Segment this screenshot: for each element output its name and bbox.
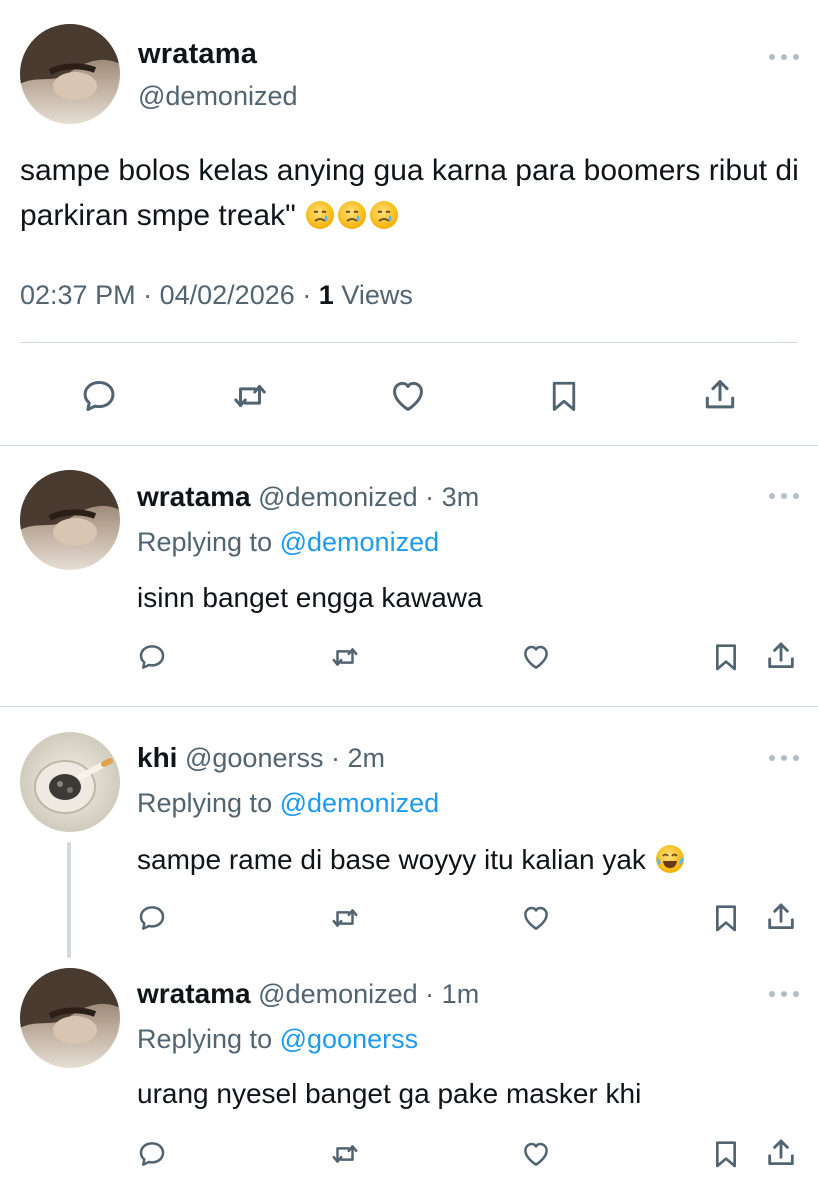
retweet-icon[interactable] — [328, 1139, 362, 1169]
replying-to: Replying to @goonerss — [137, 1024, 418, 1055]
more-options-icon[interactable] — [769, 753, 799, 763]
user-handle[interactable]: @demonized — [138, 81, 298, 112]
reply-time[interactable]: 2m — [348, 743, 386, 773]
replying-to: Replying to @demonized — [137, 527, 439, 558]
reply-icon[interactable] — [137, 1139, 167, 1169]
share-icon[interactable] — [701, 375, 739, 415]
user-handle[interactable]: @demonized — [258, 482, 418, 512]
header-separator: · — [330, 743, 340, 773]
share-icon[interactable] — [764, 899, 798, 935]
more-options-icon[interactable] — [769, 52, 799, 62]
divider — [20, 342, 798, 343]
header-separator: · — [425, 979, 435, 1009]
like-icon[interactable] — [520, 903, 552, 933]
more-options-icon[interactable] — [769, 989, 799, 999]
crying-face-emoji — [304, 199, 336, 244]
replying-to: Replying to @demonized — [137, 788, 439, 819]
thread-connector — [67, 842, 71, 958]
avatar[interactable] — [20, 470, 120, 570]
divider — [0, 706, 818, 707]
meta-separator: · — [302, 280, 312, 310]
user-handle[interactable]: @demonized — [258, 979, 418, 1009]
replying-to-link[interactable]: @goonerss — [280, 1024, 418, 1054]
crying-face-emoji — [336, 199, 368, 244]
crying-face-emoji — [368, 199, 400, 244]
replying-label: Replying to — [137, 527, 273, 557]
views-label[interactable]: Views — [341, 280, 413, 310]
reply-text: urang nyesel banget ga pake masker khi — [137, 1078, 642, 1109]
avatar[interactable] — [20, 24, 120, 124]
avatar[interactable] — [20, 968, 120, 1068]
reply-icon[interactable] — [137, 903, 167, 933]
replying-to-link[interactable]: @demonized — [280, 788, 440, 818]
bookmark-icon[interactable] — [710, 640, 742, 674]
retweet-icon[interactable] — [328, 642, 362, 672]
like-icon[interactable] — [520, 642, 552, 672]
user-handle[interactable]: @goonerss — [185, 743, 323, 773]
tweet-time[interactable]: 02:37 PM — [20, 280, 136, 310]
tweet-text: sampe bolos kelas anying gua karna para … — [20, 148, 810, 244]
views-count: 1 — [318, 280, 334, 310]
face-with-tears-of-joy-emoji — [654, 843, 686, 882]
reply-icon[interactable] — [80, 377, 118, 415]
tweet-text-content: sampe bolos kelas anying gua karna para … — [20, 154, 799, 232]
display-name[interactable]: wratama — [137, 978, 251, 1009]
replying-label: Replying to — [137, 788, 273, 818]
display-name[interactable]: wratama — [137, 481, 251, 512]
tweet-meta: 02:37 PM · 04/02/2026 · 1 Views — [20, 280, 413, 311]
header-separator: · — [425, 482, 435, 512]
meta-separator: · — [143, 280, 153, 310]
share-icon[interactable] — [764, 1135, 798, 1171]
replying-to-link[interactable]: @demonized — [280, 527, 440, 557]
bookmark-icon[interactable] — [710, 1137, 742, 1171]
reply-text: isinn banget engga kawawa — [137, 582, 483, 613]
avatar[interactable] — [20, 732, 120, 832]
retweet-icon[interactable] — [328, 903, 362, 933]
reply-header: wratama @demonized · 1m — [137, 978, 479, 1010]
like-icon[interactable] — [520, 1139, 552, 1169]
reply-time[interactable]: 3m — [442, 482, 480, 512]
reply-icon[interactable] — [137, 642, 167, 672]
replying-label: Replying to — [137, 1024, 273, 1054]
display-name[interactable]: wratama — [138, 38, 257, 71]
reply-header: wratama @demonized · 3m — [137, 481, 479, 513]
reply-text: sampe rame di base woyyy itu kalian yak — [137, 843, 686, 882]
share-icon[interactable] — [764, 638, 798, 674]
reply-header: khi @goonerss · 2m — [137, 742, 385, 774]
tweet-date[interactable]: 04/02/2026 — [160, 280, 295, 310]
bookmark-icon[interactable] — [710, 901, 742, 935]
display-name[interactable]: khi — [137, 742, 177, 773]
bookmark-icon[interactable] — [546, 377, 582, 415]
reply-time[interactable]: 1m — [442, 979, 480, 1009]
more-options-icon[interactable] — [769, 491, 799, 501]
reply-text-content: sampe rame di base woyyy itu kalian yak — [137, 844, 646, 875]
retweet-icon[interactable] — [230, 377, 270, 415]
divider — [0, 445, 818, 446]
like-icon[interactable] — [389, 377, 427, 415]
